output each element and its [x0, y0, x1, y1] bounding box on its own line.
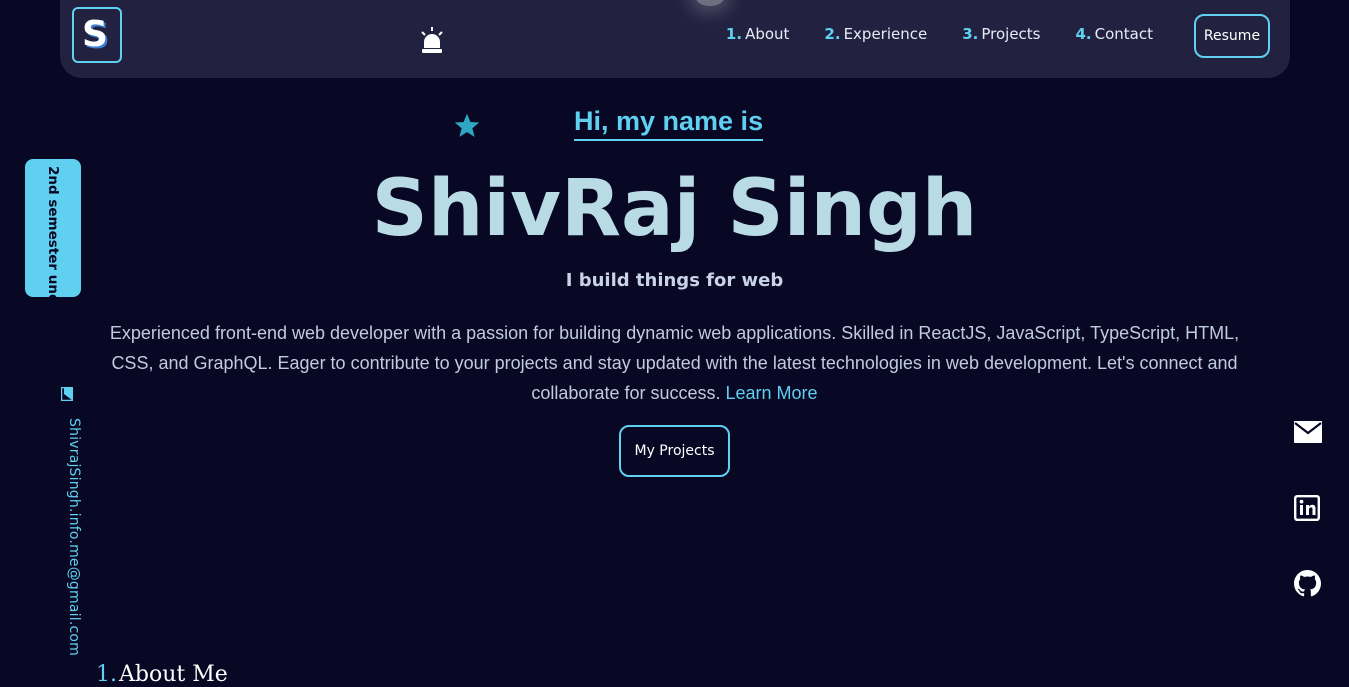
side-email-link[interactable]: ShivrajSingh.info.me@gmail.com — [66, 418, 82, 656]
my-projects-button[interactable]: My Projects — [619, 425, 730, 477]
nav-link-experience[interactable]: 2. Experience — [824, 25, 927, 43]
linkedin-icon[interactable] — [1294, 495, 1321, 525]
bookmark-icon — [60, 386, 74, 405]
hero-tagline: I build things for web — [565, 270, 784, 291]
star-icon — [453, 112, 481, 144]
hero-greeting: Hi, my name is — [574, 106, 764, 141]
nav-link-about[interactable]: 1. About — [726, 25, 790, 43]
about-section-heading: 1.About Me — [96, 662, 228, 687]
theme-toggle-icon[interactable] — [419, 26, 445, 58]
top-glow — [696, 0, 724, 6]
resume-button[interactable]: Resume — [1194, 14, 1270, 58]
top-navbar: S S 1. About 2. Experience 3. Projects 4. Co… — [60, 0, 1290, 78]
learn-more-link[interactable]: Learn More — [726, 383, 818, 403]
svg-text:S: S — [82, 15, 108, 55]
github-icon[interactable] — [1294, 570, 1321, 601]
hero-bio-text: Experienced front-end web developer with… — [109, 323, 1240, 403]
site-logo[interactable]: S S — [72, 7, 122, 63]
hero-bio: Experienced front-end web developer with… — [100, 318, 1249, 408]
logo-s-icon: S S — [82, 15, 110, 55]
nav-link-contact[interactable]: 4. Contact — [1076, 25, 1154, 43]
nav-link-projects[interactable]: 3. Projects — [962, 25, 1040, 43]
nav-links: 1. About 2. Experience 3. Projects 4. Contac… — [691, 25, 1153, 43]
hero-name: ShivRaj Singh — [371, 164, 978, 254]
mail-icon[interactable] — [1294, 421, 1322, 447]
